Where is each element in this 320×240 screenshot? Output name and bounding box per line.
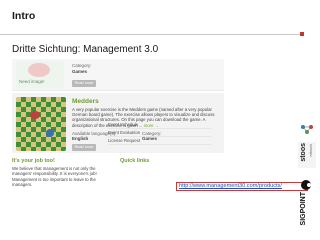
quick-link-item[interactable]: License Request <box>108 137 212 145</box>
read-more-button[interactable]: Read more <box>72 80 96 87</box>
quick-links-heading: Quick links <box>120 158 150 164</box>
category-value: Games <box>72 69 88 74</box>
sigpoint-logo: SIGPOINT <box>298 180 314 236</box>
board-piece <box>46 129 54 137</box>
slide-title: Intro <box>12 10 36 22</box>
source-url-link[interactable]: http://www.management30.com/products/ <box>176 182 308 191</box>
board-piece <box>30 111 40 119</box>
stoos-logo: stoos network <box>298 142 316 168</box>
sigpoint-mark-icon <box>301 180 311 190</box>
product-title[interactable]: Medders <box>72 98 99 105</box>
quick-link-item[interactable]: Event Evaluation <box>108 129 212 137</box>
job-text: We believe that management is not only t… <box>12 166 97 188</box>
placeholder-label: Need image! <box>19 79 45 84</box>
sigpoint-mark-dot <box>307 183 311 187</box>
category-label: Category: <box>72 63 92 68</box>
stoos-logo-subtext: network <box>309 144 313 157</box>
slide-subtitle: Dritte Sichtung: Management 3.0 <box>12 44 159 55</box>
quick-link-item[interactable]: Event Schedule <box>108 121 212 129</box>
sigpoint-logo-text: SIGPOINT <box>300 192 307 226</box>
read-more-button[interactable]: Read more <box>72 144 96 151</box>
stoos-logo-text: stoos <box>300 143 307 162</box>
product-item-1: Need image! Category: Games Read more <box>12 59 224 91</box>
title-divider <box>0 34 300 35</box>
product-thumbnail-placeholder: Need image! <box>16 61 64 89</box>
website-screenshot: Need image! Category: Games Read more Me… <box>12 59 224 187</box>
quick-links-list: Event Schedule Event Evaluation License … <box>108 121 212 145</box>
languages-value: English <box>72 136 89 141</box>
medders-game-image <box>16 97 66 151</box>
job-heading: It's your job too! <box>12 158 55 164</box>
placeholder-image-icon <box>28 63 50 77</box>
network-graph-icon <box>301 125 313 134</box>
divider-accent-mark <box>300 32 304 36</box>
